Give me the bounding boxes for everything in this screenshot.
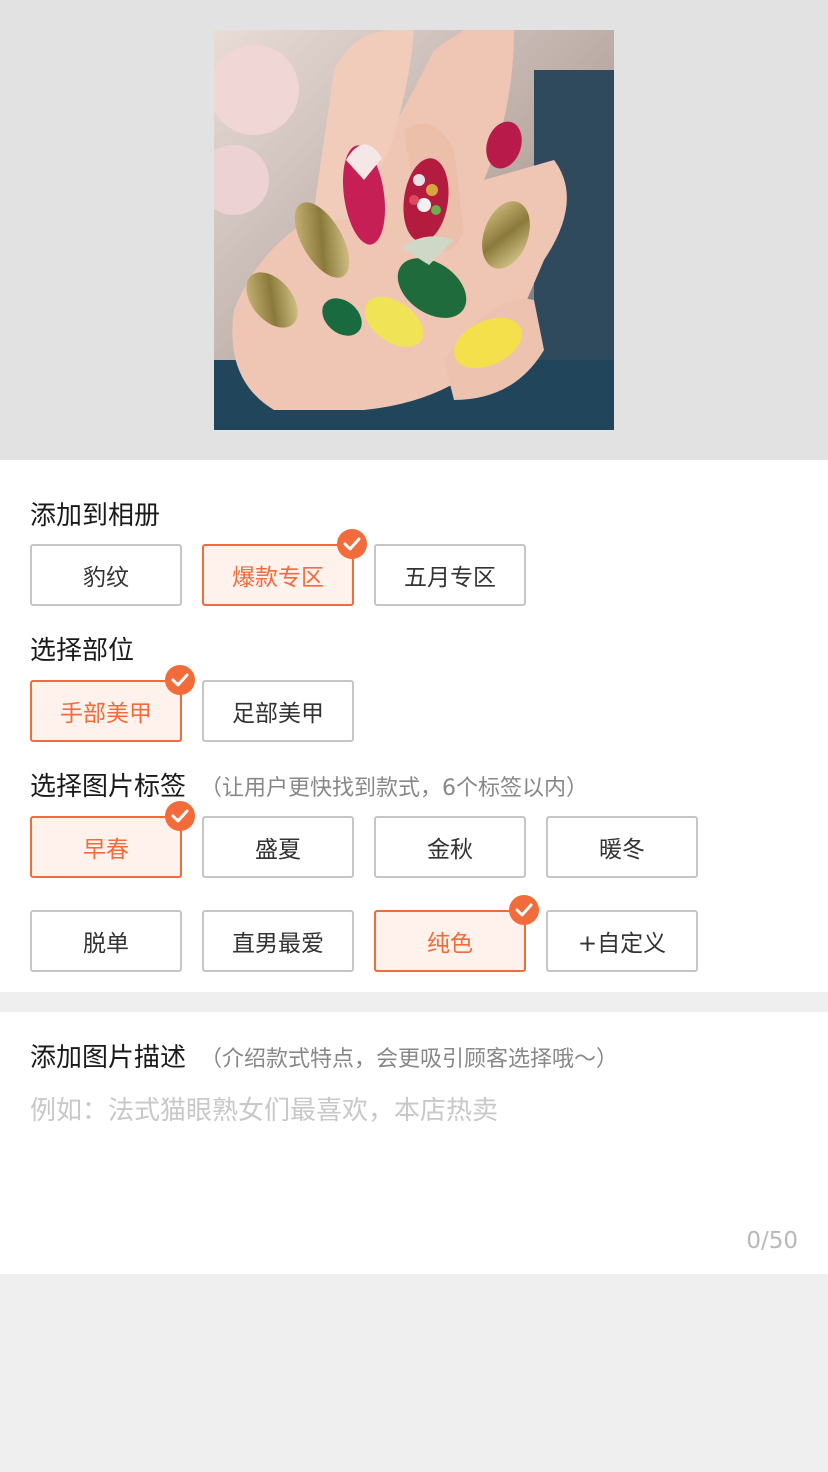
tag-chip-early-spring[interactable]: 早春 bbox=[30, 801, 195, 878]
tag-chip-single[interactable]: 脱单 bbox=[30, 910, 182, 972]
chip-label: 暖冬 bbox=[599, 837, 645, 863]
description-input[interactable]: 例如：法式猫眼熟女们最喜欢，本店热卖 bbox=[30, 1090, 498, 1127]
part-title: 选择部位 bbox=[30, 636, 135, 666]
tags-section-title: 选择图片标签 （让用户更快找到款式，6个标签以内） bbox=[30, 772, 588, 804]
part-chip-foot[interactable]: 足部美甲 bbox=[202, 680, 354, 742]
album-section-title: 添加到相册 bbox=[30, 501, 160, 531]
album-chip-leopard[interactable]: 豹纹 bbox=[30, 544, 182, 606]
form-card: 添加到相册 豹纹 爆款专区 五月专区 选择部位 手部美甲 足部美甲 选择图片标签… bbox=[0, 460, 828, 992]
chip-label: 直男最爱 bbox=[232, 931, 324, 957]
nail-photo[interactable] bbox=[214, 30, 614, 430]
chip-label: 爆款专区 bbox=[232, 565, 324, 591]
chip-label: 手部美甲 bbox=[60, 701, 152, 727]
chip-label: 足部美甲 bbox=[232, 701, 324, 727]
nail-photo-image bbox=[214, 30, 614, 430]
tag-chip-winter[interactable]: 暖冬 bbox=[546, 816, 698, 878]
chip-label: 金秋 bbox=[427, 837, 473, 863]
tag-chip-summer[interactable]: 盛夏 bbox=[202, 816, 354, 878]
tag-chip-straight-men-fav[interactable]: 直男最爱 bbox=[202, 910, 354, 972]
part-chip-hand[interactable]: 手部美甲 bbox=[30, 665, 195, 742]
part-section-title: 选择部位 bbox=[30, 636, 134, 666]
chip-label: 纯色 bbox=[427, 931, 473, 957]
tags-title: 选择图片标签 bbox=[30, 772, 187, 802]
description-title: 添加图片描述 bbox=[30, 1043, 187, 1073]
album-title: 添加到相册 bbox=[30, 501, 161, 531]
char-counter: 0/50 bbox=[746, 1228, 798, 1254]
tag-chip-autumn[interactable]: 金秋 bbox=[374, 816, 526, 878]
description-card: 添加图片描述 （介绍款式特点，会更吸引顾客选择哦～） 例如：法式猫眼熟女们最喜欢，… bbox=[0, 1012, 828, 1274]
tags-hint: （让用户更快找到款式，6个标签以内） bbox=[200, 776, 589, 801]
album-chip-hot[interactable]: 爆款专区 bbox=[202, 529, 367, 606]
chip-label: 五月专区 bbox=[404, 565, 496, 591]
check-icon bbox=[165, 665, 195, 695]
chip-label: 早春 bbox=[83, 837, 129, 863]
description-hint: （介绍款式特点，会更吸引顾客选择哦～） bbox=[200, 1047, 619, 1072]
album-chip-may[interactable]: 五月专区 bbox=[374, 544, 526, 606]
photo-preview-area bbox=[0, 0, 828, 460]
check-icon bbox=[165, 801, 195, 831]
chip-label: 盛夏 bbox=[255, 837, 301, 863]
chip-label: +自定义 bbox=[577, 931, 667, 957]
tag-chip-solid[interactable]: 纯色 bbox=[374, 895, 539, 972]
chip-label: 脱单 bbox=[83, 931, 129, 957]
description-section-title: 添加图片描述 （介绍款式特点，会更吸引顾客选择哦～） bbox=[30, 1043, 618, 1075]
check-icon bbox=[337, 529, 367, 559]
chip-label: 豹纹 bbox=[83, 565, 129, 591]
tag-chip-custom-button[interactable]: +自定义 bbox=[546, 910, 698, 972]
check-icon bbox=[509, 895, 539, 925]
